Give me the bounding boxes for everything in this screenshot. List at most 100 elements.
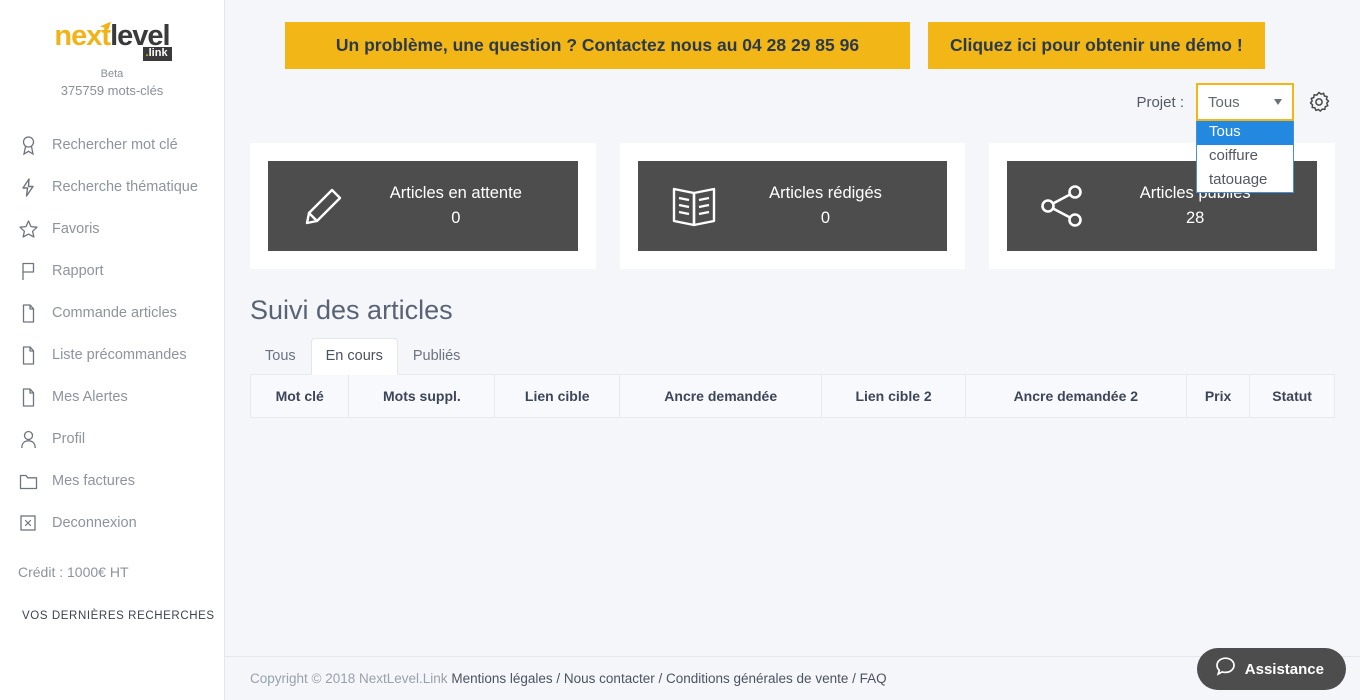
book-icon bbox=[652, 181, 736, 231]
project-select-value: Tous bbox=[1208, 93, 1240, 111]
project-select-options: Tous coiffure tatouage bbox=[1196, 121, 1294, 194]
logout-icon bbox=[18, 513, 38, 533]
footer-separator: / bbox=[654, 671, 666, 686]
sidebar-item-label: Rapport bbox=[52, 263, 104, 279]
beta-label: Beta bbox=[100, 68, 124, 80]
footer-link-mentions-legales[interactable]: Mentions légales bbox=[448, 671, 552, 686]
document-icon bbox=[18, 387, 38, 407]
stat-cards-row: Articles en attente 0 Articles rédigés 0… bbox=[225, 121, 1360, 269]
project-option-coiffure[interactable]: coiffure bbox=[1197, 145, 1293, 169]
last-searches-title: VOS DERNIÈRES RECHERCHES bbox=[22, 610, 215, 622]
articles-tabs: Tous En cours Publiés bbox=[225, 326, 1360, 375]
chevron-down-icon bbox=[1274, 99, 1282, 105]
document-icon bbox=[18, 303, 38, 323]
folder-icon bbox=[18, 471, 38, 491]
bolt-icon bbox=[18, 177, 38, 197]
sidebar-item-label: Deconnexion bbox=[52, 515, 137, 531]
award-icon bbox=[18, 135, 38, 155]
share-icon bbox=[1021, 180, 1105, 232]
project-selector-row: Projet : Tous Tous coiffure tatouage bbox=[225, 69, 1360, 194]
stat-card-body[interactable]: Articles rédigés 0 bbox=[637, 161, 948, 251]
sidebar-item-mes-factures[interactable]: Mes factures bbox=[0, 460, 224, 502]
sidebar-item-label: Mes factures bbox=[52, 473, 135, 489]
demo-banner[interactable]: Cliquez ici pour obtenir une démo ! bbox=[928, 22, 1265, 69]
column-header-prix[interactable]: Prix bbox=[1185, 374, 1251, 418]
column-header-mots-suppl[interactable]: Mots suppl. bbox=[348, 374, 496, 418]
stat-card-text: Articles en attente 0 bbox=[366, 184, 564, 228]
column-header-ancre-demandee[interactable]: Ancre demandée bbox=[619, 374, 823, 418]
sidebar-item-label: Commande articles bbox=[52, 305, 177, 321]
column-header-lien-cible-2[interactable]: Lien cible 2 bbox=[821, 374, 966, 418]
sidebar-item-label: Profil bbox=[52, 431, 86, 447]
sidebar-item-rapport[interactable]: Rapport bbox=[0, 250, 224, 292]
project-label: Projet : bbox=[1136, 93, 1184, 111]
promo-banner-row: Un problème, une question ? Contactez no… bbox=[225, 0, 1360, 69]
column-header-statut[interactable]: Statut bbox=[1249, 374, 1335, 418]
document-icon bbox=[18, 345, 38, 365]
project-select[interactable]: Tous bbox=[1196, 83, 1294, 121]
pencil-icon bbox=[282, 178, 366, 234]
sidebar-item-label: Rechercher mot clé bbox=[52, 137, 178, 153]
credit-amount: Crédit : 1000€ HT bbox=[18, 564, 129, 580]
articles-table-wrapper: Mot clé Mots suppl. Lien cible Ancre dem… bbox=[225, 374, 1360, 418]
logo-badge-text: link bbox=[148, 47, 168, 59]
footer-separator: / bbox=[848, 671, 860, 686]
sidebar-item-recherche-thematique[interactable]: Recherche thématique bbox=[0, 166, 224, 208]
footer: Copyright © 2018 NextLevel.Link Mentions… bbox=[225, 656, 1360, 700]
stat-card-title: Articles rédigés bbox=[769, 184, 882, 202]
chat-bubble-icon bbox=[1215, 656, 1236, 682]
project-option-tatouage[interactable]: tatouage bbox=[1197, 169, 1293, 193]
sidebar-item-label: Recherche thématique bbox=[52, 179, 198, 195]
footer-link-cgv[interactable]: Conditions générales de vente bbox=[666, 671, 848, 686]
star-icon bbox=[18, 219, 38, 239]
column-header-ancre-demandee-2[interactable]: Ancre demandée 2 bbox=[964, 374, 1187, 418]
app-logo[interactable]: nextlevel .link bbox=[54, 18, 172, 61]
app-root: nextlevel .link Beta 375759 mots-clés Re… bbox=[0, 0, 1360, 700]
contact-banner[interactable]: Un problème, une question ? Contactez no… bbox=[285, 22, 910, 69]
footer-separator: / bbox=[552, 671, 564, 686]
flag-icon bbox=[18, 261, 38, 281]
stat-card-articles-rediges: Articles rédigés 0 bbox=[619, 143, 966, 269]
column-header-mot-cle[interactable]: Mot clé bbox=[249, 374, 350, 418]
articles-table: Mot clé Mots suppl. Lien cible Ancre dem… bbox=[249, 374, 1335, 418]
logo-badge: .link bbox=[142, 47, 172, 61]
footer-text: Copyright © 2018 NextLevel.Link Mentions… bbox=[250, 671, 1360, 686]
table-header-row: Mot clé Mots suppl. Lien cible Ancre dem… bbox=[249, 374, 1335, 418]
footer-link-nous-contacter[interactable]: Nous contacter bbox=[564, 671, 655, 686]
sidebar-item-label: Favoris bbox=[52, 221, 100, 237]
sidebar-item-deconnexion[interactable]: Deconnexion bbox=[0, 502, 224, 544]
sidebar-item-mes-alertes[interactable]: Mes Alertes bbox=[0, 376, 224, 418]
sidebar-item-rechercher-mot-cle[interactable]: Rechercher mot clé bbox=[0, 124, 224, 166]
sidebar-item-label: Mes Alertes bbox=[52, 389, 128, 405]
project-select-wrapper: Tous Tous coiffure tatouage bbox=[1196, 83, 1294, 194]
page-title: Suivi des articles bbox=[250, 295, 453, 325]
logo-area: nextlevel .link bbox=[0, 0, 224, 61]
settings-gear-icon[interactable] bbox=[1306, 89, 1332, 115]
stat-card-value: 0 bbox=[451, 209, 461, 227]
user-icon bbox=[18, 429, 38, 449]
sidebar: nextlevel .link Beta 375759 mots-clés Re… bbox=[0, 0, 225, 700]
footer-link-faq[interactable]: FAQ bbox=[860, 671, 887, 686]
tab-tous[interactable]: Tous bbox=[250, 338, 311, 375]
tab-en-cours[interactable]: En cours bbox=[310, 338, 398, 375]
sidebar-item-profil[interactable]: Profil bbox=[0, 418, 224, 460]
sidebar-nav: Rechercher mot clé Recherche thématique … bbox=[0, 124, 224, 544]
stat-card-value: 0 bbox=[820, 209, 831, 227]
project-option-tous[interactable]: Tous bbox=[1197, 121, 1293, 145]
stat-card-body[interactable]: Articles en attente 0 bbox=[268, 161, 578, 251]
keyword-count: 375759 mots-clés bbox=[60, 83, 164, 98]
footer-copyright: Copyright © 2018 NextLevel.Link bbox=[250, 671, 448, 686]
stat-card-articles-en-attente: Articles en attente 0 bbox=[250, 143, 596, 269]
sidebar-item-liste-precommandes[interactable]: Liste précommandes bbox=[0, 334, 224, 376]
column-header-lien-cible[interactable]: Lien cible bbox=[494, 374, 621, 418]
stat-card-value: 28 bbox=[1186, 209, 1205, 227]
sidebar-item-commande-articles[interactable]: Commande articles bbox=[0, 292, 224, 334]
assistance-button[interactable]: Assistance bbox=[1196, 648, 1346, 690]
sidebar-item-favoris[interactable]: Favoris bbox=[0, 208, 224, 250]
sidebar-item-label: Liste précommandes bbox=[52, 347, 187, 363]
tab-publies[interactable]: Publiés bbox=[398, 338, 476, 375]
table-head: Mot clé Mots suppl. Lien cible Ancre dem… bbox=[249, 374, 1335, 418]
main-content: Un problème, une question ? Contactez no… bbox=[225, 0, 1360, 700]
stat-card-text: Articles rédigés 0 bbox=[736, 184, 934, 228]
stat-card-title: Articles en attente bbox=[389, 184, 522, 202]
